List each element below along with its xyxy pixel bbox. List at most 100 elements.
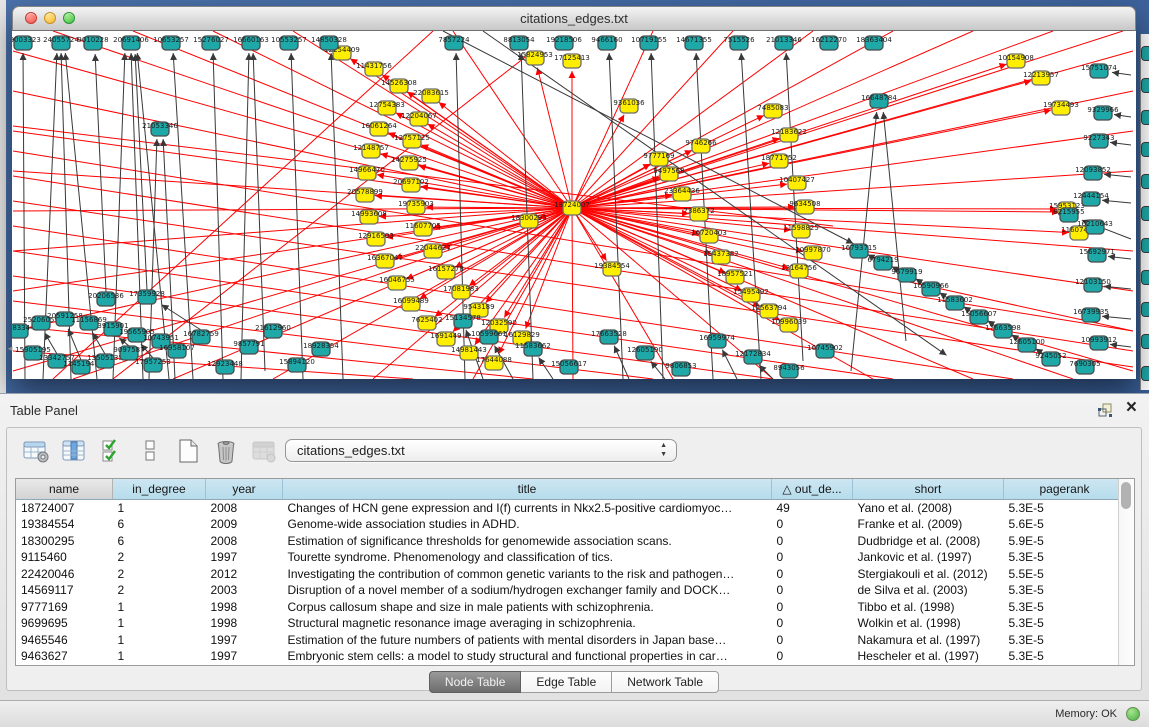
network-node-label: 19218506 (546, 36, 582, 44)
network-node-label: 16958107 (159, 344, 195, 352)
network-node-label: 16061264 (361, 122, 397, 130)
network-node-label: 22044627 (415, 244, 451, 252)
close-window-button[interactable] (25, 12, 37, 24)
table-row[interactable]: 1872400712008Changes of HCN gene express… (16, 500, 1118, 517)
column-header-short[interactable]: short (853, 479, 1004, 500)
close-panel-icon[interactable]: × (1126, 397, 1137, 419)
checkbox-list-button[interactable] (135, 438, 164, 465)
table-body: 1872400712008Changes of HCN gene express… (16, 500, 1118, 665)
network-node-label: 21013346 (766, 36, 802, 44)
table-settings-button[interactable] (21, 438, 50, 465)
table-row[interactable]: 1830029562008Estimation of significance … (16, 533, 1118, 550)
network-node-label: 12204067 (401, 112, 437, 120)
network-node-label: 11598825 (783, 224, 819, 232)
scrollbar-thumb[interactable] (1121, 482, 1131, 509)
zoom-window-button[interactable] (63, 12, 75, 24)
network-node-label: 17644088 (476, 356, 512, 364)
network-node-label: 16720403 (691, 229, 727, 237)
network-node-label: 1691449 (430, 332, 461, 340)
memory-status-label: Memory: OK (1055, 708, 1117, 720)
network-node-label: 7625402 (411, 316, 442, 324)
vertical-scrollbar[interactable] (1118, 479, 1134, 665)
network-node-label: 18300295 (511, 214, 547, 222)
column-header-out_degree[interactable]: △ out_de... (772, 479, 853, 500)
select-column-button[interactable] (59, 438, 88, 465)
minimize-window-button[interactable] (44, 12, 56, 24)
network-node-label: 21612960 (255, 324, 291, 332)
network-canvas[interactable]: 1872400712254409114317561452630812754383… (12, 31, 1136, 379)
network-node-label: 15437382 (703, 250, 739, 258)
network-node-label: 9746266 (685, 139, 717, 147)
table-type-tabs: Node TableEdge TableNetwork Table (7, 671, 1141, 693)
network-node-label: 7386372 (683, 207, 714, 215)
network-node-label: 12916503 (358, 232, 394, 240)
table-row[interactable]: 1456911722003Disruption of a novel membe… (16, 582, 1118, 599)
network-node-label: 10407427 (779, 176, 815, 184)
table-row[interactable]: 969969511998Structural magnetic resonanc… (16, 615, 1118, 632)
collapse-west-panel-arrow[interactable]: ◄ (6, 344, 14, 353)
network-node-label: 14850328 (311, 36, 347, 44)
network-node-label: 9777169 (643, 152, 674, 160)
background-window-node (1141, 142, 1149, 157)
network-node-label: 20578899 (347, 188, 383, 196)
tab-network-table[interactable]: Network Table (612, 671, 719, 693)
network-node-label: 9466160 (591, 36, 622, 44)
select-checked-button[interactable] (97, 438, 126, 465)
network-graph[interactable]: 1872400712254409114317561452630812754383… (12, 31, 1136, 379)
network-node-label: 12757125 (394, 134, 430, 142)
network-node-label: 16157278 (428, 265, 464, 273)
delete-trash-button[interactable] (211, 438, 240, 465)
network-node-label: 18771752 (761, 154, 797, 162)
network-node-label: 12605100 (1009, 338, 1045, 346)
memory-status-indicator[interactable] (1126, 707, 1140, 721)
table-selector-value: citations_edges.txt (297, 443, 405, 458)
table-row[interactable]: 1938455462009Genome-wide association stu… (16, 516, 1118, 533)
network-node-label: 15905195 (15, 346, 51, 354)
column-header-pagerank[interactable]: pagerank (1004, 479, 1119, 500)
network-node-label: 18363404 (856, 36, 892, 44)
table-row[interactable]: 977716911998Corpus callosum shape and si… (16, 599, 1118, 616)
network-node-label: 9010228 (77, 36, 108, 44)
background-window-node (1141, 238, 1149, 253)
table-row[interactable]: 2242004622012Investigating the contribut… (16, 566, 1118, 583)
column-header-name[interactable]: name (16, 479, 113, 500)
table-row[interactable]: 946362711997Embryonic stem cells: a mode… (16, 648, 1118, 665)
table-scroll-area[interactable]: namein_degreeyeartitle△ out_de...shortpa… (16, 479, 1118, 665)
new-document-button[interactable] (173, 438, 202, 465)
background-window-node (1141, 334, 1149, 349)
network-node-label: 12148757 (353, 144, 389, 152)
float-panel-icon[interactable] (1097, 402, 1113, 418)
table-row[interactable]: 911546021997Tourette syndrome. Phenomeno… (16, 549, 1118, 566)
tab-edge-table[interactable]: Edge Table (521, 671, 612, 693)
network-node-label: 14671355 (676, 36, 712, 44)
network-node-label: 15751074 (1081, 64, 1117, 72)
dropdown-stepper-icon: ▲▼ (660, 441, 667, 459)
table-row[interactable]: 946554611997Estimation of the future num… (16, 632, 1118, 649)
column-header-year[interactable]: year (206, 479, 283, 500)
network-node-label: 9329966 (1087, 106, 1119, 114)
network-node-label: 10996039 (771, 318, 807, 326)
network-node-label: 12444154 (1073, 192, 1109, 200)
network-node-label: 16959974 (699, 334, 735, 342)
network-node-label: 9543189 (463, 303, 494, 311)
network-node-label: 16782759 (183, 330, 219, 338)
column-header-title[interactable]: title (283, 479, 772, 500)
network-node-label: 12605190 (627, 346, 663, 354)
network-node-label: 9361036 (613, 99, 645, 107)
tab-node-table[interactable]: Node Table (429, 671, 522, 693)
network-node-label: 7515526 (723, 36, 755, 44)
network-node-label: 18724007 (554, 201, 590, 209)
network-node-label: 10553257 (271, 36, 307, 44)
network-node-label: 19735903 (398, 200, 434, 208)
window-title: citations_edges.txt (13, 7, 1135, 30)
table-selector-dropdown[interactable]: citations_edges.txt ▲▼ (285, 439, 677, 462)
network-node-label: 18928354 (303, 342, 339, 350)
table-panel: Table Panel × (0, 393, 1149, 727)
window-titlebar[interactable]: citations_edges.txt (12, 6, 1136, 31)
network-node-label: 16660163 (233, 36, 269, 44)
column-header-in_degree[interactable]: in_degree (113, 479, 206, 500)
network-node-label: 8813054 (503, 36, 535, 44)
network-node-label: 10590966 (913, 282, 949, 290)
network-node-label: 12754383 (369, 101, 405, 109)
network-node-label: 7690305 (1069, 360, 1100, 368)
